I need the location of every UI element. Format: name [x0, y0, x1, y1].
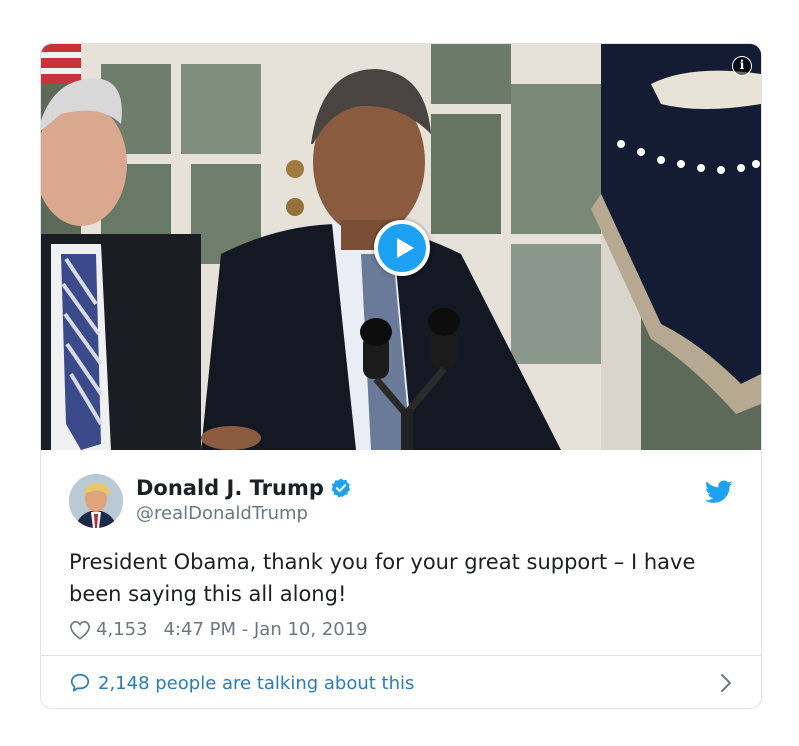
embedded-tweet-card: i Donald J. Trump @realDonaldTrump Presi…: [40, 43, 762, 709]
chevron-right-icon: [721, 674, 731, 692]
tweet-body: Donald J. Trump @realDonaldTrump Preside…: [41, 450, 761, 656]
like-count[interactable]: 4,153: [96, 619, 148, 640]
play-icon: [397, 238, 414, 258]
verified-badge-icon: [331, 478, 351, 498]
play-button[interactable]: [374, 220, 430, 276]
display-name[interactable]: Donald J. Trump: [136, 476, 324, 500]
author-info[interactable]: Donald J. Trump @realDonaldTrump: [136, 474, 352, 524]
heart-icon[interactable]: [69, 620, 91, 640]
talking-about-text[interactable]: 2,148 people are talking about this: [98, 673, 719, 694]
avatar[interactable]: [69, 474, 123, 528]
info-icon[interactable]: i: [732, 56, 752, 76]
video-thumbnail[interactable]: i: [41, 44, 761, 450]
avatar-image: [69, 474, 123, 528]
tweet-text: President Obama, thank you for your grea…: [69, 550, 696, 606]
conversation-link[interactable]: 2,148 people are talking about this: [41, 655, 761, 708]
tweet-meta: 4,153 4:47 PM - Jan 10, 2019: [69, 619, 368, 640]
user-handle[interactable]: @realDonaldTrump: [136, 503, 352, 524]
timestamp-link[interactable]: 4:47 PM - Jan 10, 2019: [164, 619, 368, 640]
twitter-bird-icon[interactable]: [705, 480, 733, 504]
speech-bubble-icon: [70, 673, 90, 692]
